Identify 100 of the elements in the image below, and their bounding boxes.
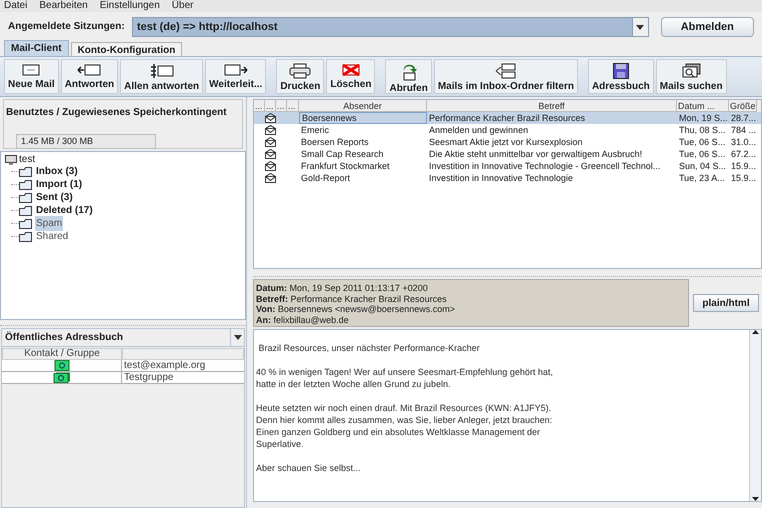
- contact-icon: [54, 360, 70, 371]
- scrollbar[interactable]: [749, 330, 761, 501]
- group-title: Benutztes / Zugewiesenes Speicherkontingent: [6, 107, 227, 119]
- table-cell-text: Small Cap Research: [300, 148, 385, 160]
- tab[interactable]: Konto-Konfiguration: [70, 42, 182, 56]
- envelope-icon: [22, 64, 40, 76]
- folder-item[interactable]: Shared: [35, 229, 70, 244]
- table-cell-text: 15.9...: [730, 160, 757, 172]
- toolbar-button[interactable]: Drucken: [276, 59, 324, 94]
- tab[interactable]: Mail-Client: [4, 40, 69, 56]
- toolbar-button[interactable]: Löschen: [326, 59, 376, 94]
- menu-item[interactable]: Einstellungen: [100, 0, 160, 12]
- table-cell-text: Sun, 04 S...: [678, 160, 728, 172]
- search-icon: [681, 63, 702, 79]
- mail-row[interactable]: Gold-Report Investition in Innovative Technologie Tue, 23 A... 15.9...: [254, 172, 761, 184]
- mail-row[interactable]: Boersen Reports Seesmart Aktie jetzt vor Kursexplosion Tue, 06 S... 31.0...: [254, 136, 761, 148]
- session-label: Angemeldete Sitzungen:: [8, 20, 124, 34]
- menu-item[interactable]: Datei: [4, 0, 28, 12]
- folder-icon: [19, 192, 33, 202]
- format-toggle-button[interactable]: plain/html: [693, 294, 759, 312]
- table-cell-text: Mon, 19 S...: [678, 112, 729, 124]
- caret-icon: [636, 24, 644, 30]
- column-header[interactable]: Absender: [299, 100, 427, 112]
- folder-icon: [19, 166, 33, 176]
- table-cell-text: 15.9...: [730, 172, 757, 184]
- toolbar-button[interactable]: Mails im Inbox-Ordner filtern: [434, 59, 578, 94]
- table-cell-text: Tue, 06 S...: [678, 136, 726, 148]
- menu-item[interactable]: Bearbeiten: [39, 0, 88, 12]
- reply-all-arrows-icon: [150, 63, 174, 79]
- envelope-icon: [265, 137, 276, 147]
- table-cell-text: test@example.org: [123, 360, 206, 371]
- toolbar-button[interactable]: Weiterleit...: [205, 59, 266, 94]
- table-cell-text: Performance Kracher Brazil Resources: [428, 112, 586, 124]
- mail-row[interactable]: Frankfurt Stockmarket Investition in Innovative Technologie - Greencell Technol... Sun, 04 S... 15.9...: [254, 160, 761, 172]
- mail-row[interactable]: Emeric Anmelden und gewinnen Thu, 08 S... 784 ...: [254, 124, 761, 136]
- envelope-icon: [265, 161, 276, 171]
- scroll-down-icon: [752, 497, 759, 501]
- mail-paragraph: 40 % in wenigen Tagen! Wer auf unsere Seesmart-Empfehlung gehört hat, hatte in der letzten Woche allen Grund zu jubeln.: [256, 366, 554, 390]
- folder-item[interactable]: Import (1): [35, 177, 84, 192]
- addressbook-dropdown[interactable]: Öffentliches Adressbuch: [2, 329, 244, 347]
- mail-table[interactable]: [253, 99, 762, 269]
- table-cell-text: Seesmart Aktie jetzt vor Kursexplosion: [428, 136, 584, 148]
- table-cell: Boersennews: [299, 112, 427, 124]
- column-header: Kontakt / Gruppe: [2, 348, 122, 360]
- table-cell-text: Die Aktie steht unmittelbar vor gerwaltigem Ausbruch!: [428, 148, 644, 160]
- toolbar-button[interactable]: Antworten: [60, 59, 118, 94]
- reply-arrow-icon: [77, 64, 102, 76]
- logout-button[interactable]: Abmelden: [660, 17, 754, 37]
- envelope-icon: [265, 125, 276, 135]
- filter-tree-icon: [494, 63, 517, 79]
- folder-icon: [19, 232, 33, 242]
- header-line: An: felixbillau@web.de: [256, 314, 350, 325]
- printer-icon: [289, 63, 312, 79]
- forward-arrow-icon: [224, 64, 248, 76]
- table-cell-text: Tue, 23 A...: [678, 172, 726, 184]
- toolbar-button[interactable]: Abrufen: [385, 59, 432, 94]
- envelope-icon: [265, 113, 276, 123]
- folder-item[interactable]: Spam: [35, 216, 64, 231]
- toolbar-button[interactable]: Mails suchen: [656, 59, 727, 94]
- folder-tree[interactable]: test Inbox (3) Import (1) Sent (3) Deleted (17) Spam Shared: [0, 151, 246, 320]
- fetch-mail-icon: [400, 63, 417, 81]
- table-cell-text: Anmelden und gewinnen: [428, 124, 530, 136]
- folder-icon: [19, 180, 33, 190]
- table-cell-text: 784 ...: [730, 124, 757, 136]
- table-cell-text: Boersen Reports: [300, 136, 370, 148]
- mail-paragraph: Brazil Resources, unser nächster Performance-Kracher: [258, 342, 481, 354]
- menu-item[interactable]: Über: [172, 0, 194, 12]
- table-cell-text: 31.0...: [730, 136, 757, 148]
- table-cell-text: Investition in Innovative Technologie - Greencell Technol...: [428, 160, 662, 172]
- envelope-icon: [265, 149, 276, 159]
- caret-icon: [234, 335, 242, 340]
- header-line: Datum: Mon, 19 Sep 2011 01:13:17 +0200: [256, 283, 429, 294]
- table-cell-text: 28.7...: [730, 112, 757, 124]
- toolbar-button[interactable]: Neue Mail: [4, 59, 59, 94]
- scroll-up-icon: [752, 330, 759, 334]
- table-cell-text: Emeric: [300, 124, 330, 136]
- quota-field: 1.45 MB / 300 MB: [16, 134, 156, 149]
- folder-item[interactable]: Inbox (3): [35, 164, 79, 179]
- table-cell-text: 67.2...: [730, 148, 757, 160]
- table-cell-text: Gold-Report: [300, 172, 352, 184]
- mail-row[interactable]: Small Cap Research Die Aktie steht unmittelbar vor gerwaltigem Ausbruch! Tue, 06 S... 67.2...: [254, 148, 761, 160]
- session-dropdown[interactable]: test (de) => http://localhost: [132, 17, 649, 37]
- table-cell-text: Thu, 08 S...: [678, 124, 727, 136]
- table-cell-text: Investition in Innovative Technologie: [428, 172, 574, 184]
- contact-group-icon: [52, 372, 70, 383]
- mail-row[interactable]: Boersennews Performance Kracher Brazil Resources Mon, 19 S... 28.7...: [254, 112, 761, 124]
- folder-icon: [19, 206, 33, 216]
- cross-envelope-icon: [342, 63, 360, 77]
- table-cell-text: Tue, 06 S...: [678, 148, 726, 160]
- computer-icon: [5, 154, 17, 164]
- folder-item[interactable]: Deleted (17): [35, 203, 94, 218]
- toolbar-button[interactable]: Allen antworten: [120, 59, 204, 94]
- mail-paragraph: Heute setzten wir noch einen drauf. Mit Brazil Resources (KWN: A1JFY5). Denn hier kommt alles zusammen, was Sie, lieber Anleger, jetzt brauchen: Einen ganzen Goldberg und ein absolutes Weltklasse Management der Superlative.: [256, 402, 554, 450]
- table-cell-text: Testgruppe: [123, 372, 174, 383]
- envelope-icon: [265, 173, 276, 183]
- tree-root-label[interactable]: test: [19, 152, 36, 167]
- header-line: Betreff: Performance Kracher Brazil Resources: [256, 294, 448, 304]
- toolbar-button[interactable]: Adressbuch: [588, 59, 654, 94]
- folder-item[interactable]: Sent (3): [35, 190, 74, 205]
- folder-icon: [19, 218, 33, 228]
